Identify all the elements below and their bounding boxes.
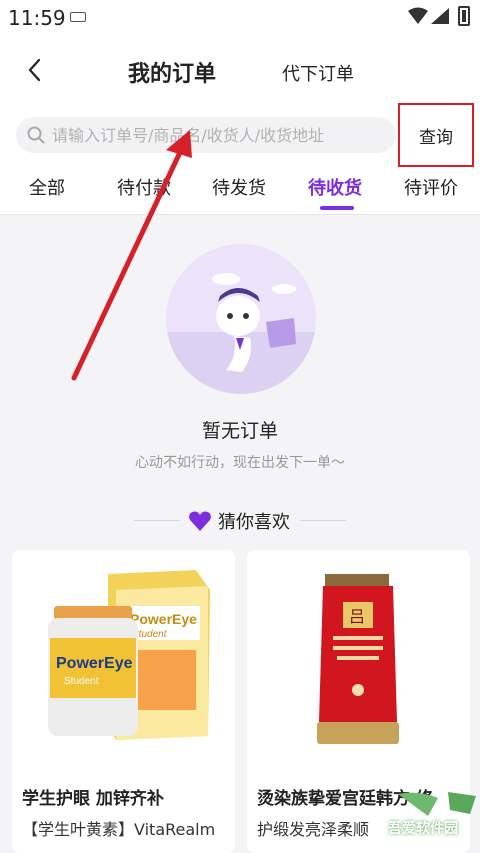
tab-pending-review[interactable]: 待评价 bbox=[404, 174, 458, 200]
tab-pending-payment[interactable]: 待付款 bbox=[117, 174, 171, 200]
search-input[interactable] bbox=[52, 117, 392, 153]
tab-pending-receipt[interactable]: 待收货 bbox=[308, 174, 362, 200]
heart-icon bbox=[189, 511, 211, 531]
tube-brand-text: 吕 bbox=[349, 607, 365, 626]
status-time: 11:59 bbox=[8, 6, 66, 30]
product-name: 学生护眼 加锌齐补 bbox=[22, 789, 164, 809]
tab-proxy-order[interactable]: 代下订单 bbox=[282, 60, 354, 86]
divider-right bbox=[300, 520, 346, 521]
divider-left bbox=[134, 520, 180, 521]
tab-pending-shipment[interactable]: 待发货 bbox=[212, 174, 266, 200]
bottle-brand-sub: Student bbox=[64, 676, 99, 687]
empty-orders-illustration bbox=[166, 244, 316, 394]
recommend-header: 猜你喜欢 bbox=[0, 506, 480, 534]
product-image: PowerEye Student PowerEye Student bbox=[12, 550, 235, 770]
divider bbox=[0, 214, 480, 215]
active-tab-indicator bbox=[320, 206, 354, 210]
page-title: 我的订单 bbox=[128, 62, 217, 87]
recommend-title: 猜你喜欢 bbox=[218, 512, 290, 533]
watermark-text: 吾爱软件园 bbox=[388, 821, 458, 837]
wifi-icon bbox=[408, 7, 428, 24]
search-icon bbox=[27, 126, 45, 144]
empty-state-subtitle: 心动不如行动，现在出发下一单～ bbox=[135, 455, 345, 471]
battery-icon bbox=[458, 6, 470, 26]
signal-icon bbox=[431, 8, 449, 24]
empty-state-title: 暂无订单 bbox=[201, 420, 278, 442]
query-button[interactable]: 查询 bbox=[398, 103, 474, 167]
chevron-left-icon[interactable] bbox=[22, 56, 50, 84]
product-desc: 【学生叶黄素】VitaRealm bbox=[22, 820, 216, 839]
status-bar: 11:59 bbox=[0, 0, 480, 36]
box-brand-text: PowerEye bbox=[130, 611, 197, 627]
keyboard-icon bbox=[70, 12, 86, 22]
product-card[interactable]: PowerEye Student PowerEye Student 学生护眼 加… bbox=[12, 550, 235, 853]
search-bar bbox=[16, 117, 396, 153]
tab-all[interactable]: 全部 bbox=[29, 174, 65, 200]
order-status-tabs: 全部 待付款 待发货 待收货 待评价 bbox=[0, 170, 480, 214]
product-image: 吕 bbox=[247, 550, 470, 770]
bottle-brand-text: PowerEye bbox=[56, 655, 133, 672]
